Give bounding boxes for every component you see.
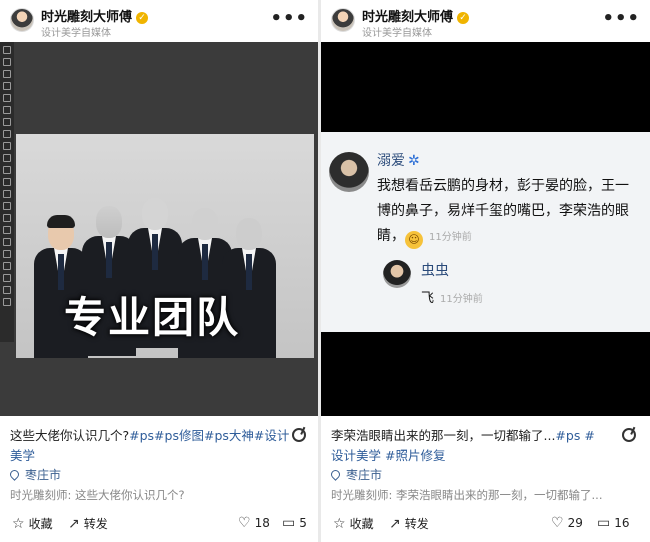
- location-pin-icon: [329, 468, 342, 481]
- share-button[interactable]: ↗ 转发: [389, 515, 429, 532]
- commenter-name: 溺爱 ✲: [377, 153, 420, 169]
- action-bar: ☆ 收藏 ↗ 转发 ♡ 29 ▭ 16: [321, 504, 650, 542]
- post-image[interactable]: 专业团队: [0, 42, 318, 416]
- replier-name: 虫虫: [421, 263, 449, 279]
- smile-emoji-icon: ☺: [405, 231, 423, 249]
- image-caption: 专业团队: [64, 293, 241, 342]
- star-icon: ☆: [333, 516, 346, 532]
- post-card-2[interactable]: 时光雕刻大师傅 ✓ 设计美学自媒体 ••• 溺爱 ✲ 我想看岳云鹏的身材，彭于晏的脸…: [321, 0, 650, 542]
- comment-icon: ▭: [597, 515, 611, 531]
- comment-button[interactable]: ▭ 16: [597, 515, 630, 531]
- comment-icon: ▭: [282, 515, 296, 531]
- share-button[interactable]: ↗ 转发: [68, 515, 108, 532]
- share-arrow-icon: ↗: [389, 516, 401, 532]
- comment-screenshot: 溺爱 ✲ 我想看岳云鹏的身材，彭于晏的脸，王一博的鼻子，易烊千玺的嘴巴，李荣浩的眼…: [321, 132, 650, 332]
- post-card-1[interactable]: 时光雕刻大师傅 ✓ 设计美学自媒体 ••• 专业团队 这些大佬你认识几个?#ps#…: [0, 0, 318, 542]
- commenter-avatar: [329, 152, 369, 192]
- more-icon[interactable]: •••: [270, 8, 308, 29]
- author-subtitle: 设计美学自媒体: [41, 28, 111, 39]
- post-title[interactable]: 这些大佬你认识几个?#ps#ps修图#ps大神#设计美学: [10, 426, 290, 466]
- comment-button[interactable]: ▭ 5: [282, 515, 307, 531]
- reply-text: 飞 11分钟前: [421, 291, 483, 306]
- more-icon[interactable]: •••: [602, 8, 640, 29]
- heart-icon: ♡: [551, 515, 564, 531]
- collect-button[interactable]: ☆ 收藏: [12, 515, 53, 532]
- comment-preview[interactable]: 时光雕刻师: 这些大佬你认识几个?: [10, 487, 310, 503]
- post-location[interactable]: 枣庄市: [329, 466, 382, 483]
- author-name[interactable]: 时光雕刻大师傅 ✓: [41, 6, 149, 25]
- heart-icon: ♡: [238, 515, 251, 531]
- star-icon: ☆: [12, 516, 25, 532]
- team-photo: 专业团队: [16, 134, 314, 358]
- post-image[interactable]: 溺爱 ✲ 我想看岳云鹏的身材，彭于晏的脸，王一博的鼻子，易烊千玺的嘴巴，李荣浩的眼…: [321, 42, 650, 416]
- author-avatar[interactable]: [331, 8, 355, 32]
- like-button[interactable]: ♡ 29: [551, 515, 583, 531]
- reply-time: 11分钟前: [440, 294, 483, 305]
- post-header: 时光雕刻大师傅 ✓ 设计美学自媒体 •••: [321, 0, 650, 42]
- author-subtitle: 设计美学自媒体: [362, 28, 432, 39]
- post-location[interactable]: 枣庄市: [8, 466, 61, 483]
- post-header: 时光雕刻大师傅 ✓ 设计美学自媒体 •••: [0, 0, 318, 42]
- author-name[interactable]: 时光雕刻大师傅 ✓: [362, 6, 470, 25]
- like-button[interactable]: ♡ 18: [238, 515, 270, 531]
- location-pin-icon: [8, 468, 21, 481]
- share-count-icon[interactable]: [622, 428, 636, 442]
- action-bar: ☆ 收藏 ↗ 转发 ♡ 18 ▭ 5: [0, 504, 318, 542]
- collect-button[interactable]: ☆ 收藏: [333, 515, 374, 532]
- comment-time: 11分钟前: [429, 232, 472, 243]
- share-count-icon[interactable]: [292, 428, 306, 442]
- verified-badge-icon: ✓: [136, 12, 149, 24]
- author-avatar[interactable]: [10, 8, 34, 32]
- post-title[interactable]: 李荣浩眼睛出来的那一刻，一切都输了...#ps #设计美学 #照片修复: [331, 426, 599, 466]
- replier-avatar: [383, 260, 411, 288]
- verified-badge-icon: ✓: [457, 12, 470, 24]
- share-arrow-icon: ↗: [68, 516, 80, 532]
- comment-preview[interactable]: 时光雕刻师: 李荣浩眼睛出来的那一刻，一切都输了...: [331, 487, 631, 503]
- photoshop-toolbar: [0, 42, 14, 342]
- comment-text: 我想看岳云鹏的身材，彭于晏的脸，王一博的鼻子，易烊千玺的嘴巴，李荣浩的眼睛， ☺ 1…: [377, 174, 641, 250]
